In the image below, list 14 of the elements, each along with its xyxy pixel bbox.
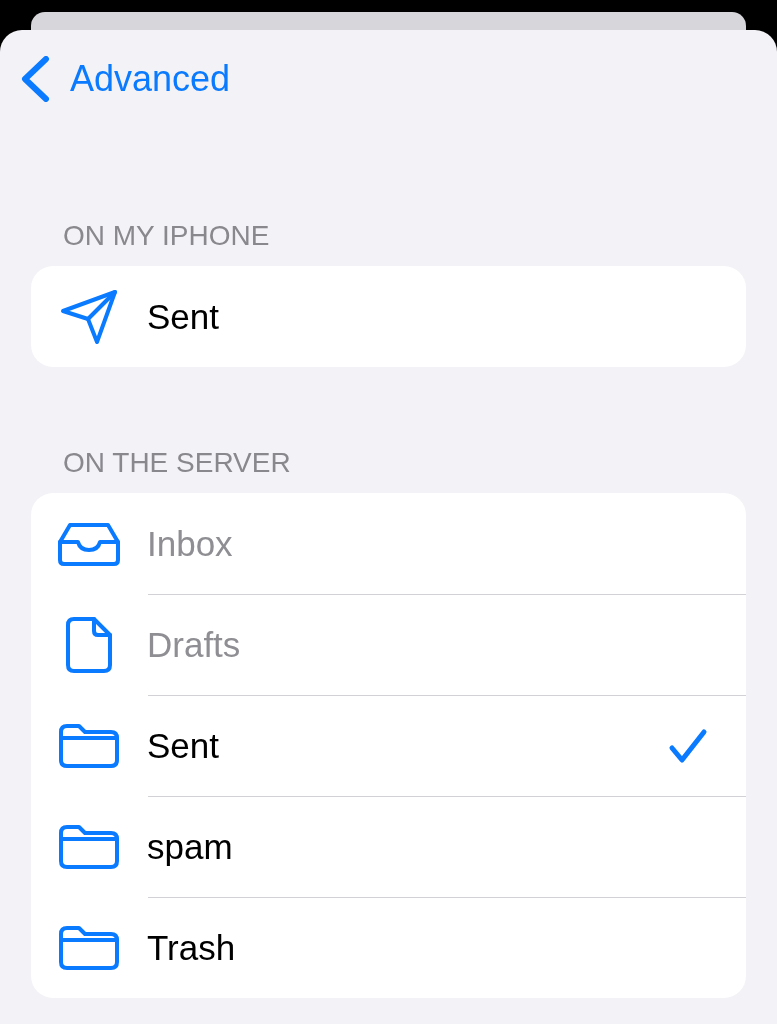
folder-label[interactable]: spam bbox=[147, 826, 746, 867]
section-header: ON THE SERVER bbox=[63, 447, 291, 479]
folder-icon bbox=[59, 925, 119, 970]
document-icon bbox=[66, 616, 112, 673]
tray-icon bbox=[58, 521, 120, 566]
folder-label[interactable]: Sent bbox=[147, 725, 668, 766]
back-button[interactable]: Advanced bbox=[16, 52, 235, 106]
folder-label[interactable]: Trash bbox=[147, 927, 746, 968]
folder-icon bbox=[59, 723, 119, 768]
folder-icon bbox=[59, 824, 119, 869]
folder-label[interactable]: Sent bbox=[147, 296, 746, 337]
chevron-icon bbox=[20, 56, 50, 102]
section-header: ON MY IPHONE bbox=[63, 220, 270, 252]
paper-plane-icon bbox=[60, 288, 118, 345]
